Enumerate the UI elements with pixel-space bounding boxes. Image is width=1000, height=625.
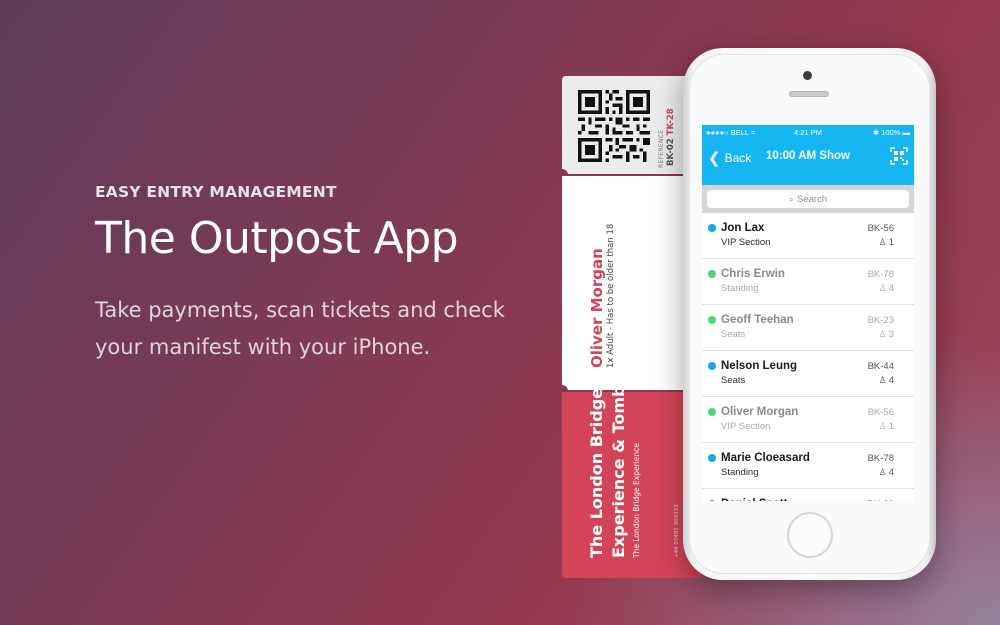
attendee-name: Geoff Teehan [721, 314, 794, 326]
ticket-qr-stub: REFERENCE BK-02 TK-28 [562, 76, 702, 174]
person-icon: ♙ [878, 329, 887, 339]
attendee-section: Standing [721, 283, 759, 294]
camera-icon [803, 71, 812, 80]
guest-name: Oliver Morgan [588, 248, 606, 368]
attendee-section: VIP Section [721, 237, 771, 248]
navigation-bar: ●●●●○ BELL ≈ 4:21 PM ✱ 100% ▬ ❮ Back 10:0… [702, 125, 914, 185]
party-size: ♙ 1 [879, 237, 894, 248]
guest-detail: 1x Adult - Has to be older than 18 [606, 223, 616, 368]
search-placeholder: Search [796, 194, 828, 205]
party-size: ♙ 4 [879, 283, 894, 294]
status-dot [708, 270, 716, 278]
status-dot [708, 224, 716, 232]
qr-scan-icon[interactable] [890, 147, 908, 165]
ticket-venue-stub: The London Bridge Experience & Tombs The… [562, 376, 702, 578]
list-item[interactable]: Daniel ScottSeatsBK-23♙3 [702, 489, 914, 501]
person-icon: ♙ [878, 283, 887, 293]
booking-ref: BK-78 [867, 453, 894, 464]
attendee-section: Standing [721, 467, 759, 478]
list-item[interactable]: Geoff Teehan Seats BK-23 ♙ 3 [702, 305, 914, 351]
ticket-reference: BK-02 TK-28 [666, 108, 676, 166]
attendee-name: Nelson Leung [721, 360, 798, 372]
attendee-list: Jon Lax VIP Section BK-56 ♙ 1 Chris Erwin Stan… [702, 213, 914, 501]
party-count: 1 [888, 421, 894, 432]
booking-ref: BK-02 [666, 138, 676, 166]
attendee-name: Chris Erwin [721, 268, 785, 280]
attendee-name: Oliver Morgan [721, 406, 799, 418]
party-size: ♙ 4 [879, 375, 894, 386]
venue-subtitle: The London Bridge Experience [632, 443, 641, 558]
status-bar: ●●●●○ BELL ≈ 4:21 PM ✱ 100% ▬ [702, 128, 914, 140]
attendee-section: Seats [721, 375, 746, 386]
party-count: 4 [888, 283, 894, 294]
status-dot [708, 362, 716, 370]
person-icon: ♙ [878, 421, 887, 431]
app-screen: ●●●●○ BELL ≈ 4:21 PM ✱ 100% ▬ ❮ Back 10:0… [702, 125, 914, 501]
booking-ref: BK-78 [867, 269, 894, 280]
party-size: ♙ 1 [879, 421, 894, 432]
search-input[interactable]: ⌕ Search [707, 190, 909, 208]
status-dot [708, 500, 716, 501]
venue-phone: +44 07485 909333 [674, 504, 680, 558]
party-count: 4 [888, 467, 894, 478]
status-dot [708, 316, 716, 324]
eyebrow-heading: EASY ENTRY MANAGEMENT [95, 183, 337, 201]
attendee-name: Jon Lax [721, 222, 765, 234]
ticket: REFERENCE BK-02 TK-28 Oliver Morgan 1x A… [556, 76, 702, 578]
show-title: 10:00 AM Show [766, 150, 850, 162]
list-item[interactable]: Marie Cloeasard Standing BK-78 ♙ 4 [702, 443, 914, 489]
hero: EASY ENTRY MANAGEMENT The Outpost App Ta… [95, 183, 515, 366]
booking-ref: BK-56 [867, 407, 894, 418]
battery-indicator: ✱ 100% ▬ [872, 128, 910, 137]
tagline: Take payments, scan tickets and check yo… [95, 298, 505, 359]
booking-ref: BK-44 [867, 361, 894, 372]
list-item[interactable]: Oliver Morgan VIP Section BK-56 ♙ 1 [702, 397, 914, 443]
venue-title: The London Bridge Experience & Tombs [587, 375, 628, 558]
party-size: ♙ 3 [879, 329, 894, 340]
attendee-name: Daniel Scott [721, 498, 787, 501]
status-dot [708, 408, 716, 416]
qr-code-icon [578, 90, 650, 162]
search-icon: ⌕ [788, 194, 794, 204]
attendee-name: Marie Cloeasard [721, 452, 810, 464]
booking-ref: BK-23 [868, 499, 894, 501]
list-item[interactable]: Chris Erwin Standing BK-78 ♙ 4 [702, 259, 914, 305]
search-container: ⌕ Search [702, 185, 914, 213]
party-count: 3 [888, 329, 894, 340]
list-item[interactable]: Jon Lax VIP Section BK-56 ♙ 1 [702, 213, 914, 259]
speaker-grille [789, 91, 829, 97]
party-count: 1 [888, 237, 894, 248]
ticket-ref: TK-28 [666, 108, 676, 136]
party-count: 4 [888, 375, 894, 386]
party-size: ♙ 4 [879, 467, 894, 478]
person-icon: ♙ [878, 467, 887, 477]
reference-label: REFERENCE [658, 129, 665, 168]
attendee-section: VIP Section [721, 421, 771, 432]
iphone-device: ●●●●○ BELL ≈ 4:21 PM ✱ 100% ▬ ❮ Back 10:0… [683, 48, 936, 580]
booking-ref: BK-56 [867, 223, 894, 234]
navbar: ❮ Back 10:00 AM Show [702, 145, 914, 171]
booking-ref: BK-23 [867, 315, 894, 326]
person-icon: ♙ [878, 237, 887, 247]
page-title: The Outpost App [95, 213, 459, 264]
home-button[interactable] [787, 512, 833, 558]
attendee-section: Seats [721, 329, 746, 340]
list-item[interactable]: Nelson Leung Seats BK-44 ♙ 4 [702, 351, 914, 397]
status-dot [708, 454, 716, 462]
ticket-guest-stub: Oliver Morgan 1x Adult - Has to be older… [562, 176, 702, 390]
person-icon: ♙ [878, 375, 887, 385]
